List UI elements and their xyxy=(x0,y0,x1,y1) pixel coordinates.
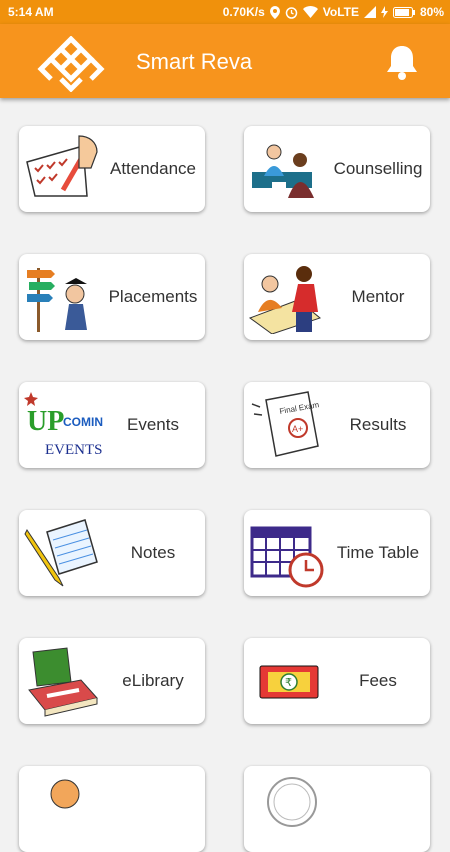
notes-notepad-icon xyxy=(24,519,98,587)
charging-icon xyxy=(380,6,388,18)
signal-icon xyxy=(363,6,376,18)
attendance-checklist-icon xyxy=(26,135,98,197)
alarm-icon xyxy=(285,6,297,19)
menu-card-elibrary[interactable]: eLibrary xyxy=(19,638,205,724)
menu-label: Events xyxy=(127,415,179,434)
results-exam-icon: Final Exam A+ xyxy=(251,391,320,457)
menu-label: Fees xyxy=(359,671,397,690)
menu-card-profile[interactable] xyxy=(19,766,205,852)
placements-signpost-icon xyxy=(27,268,87,332)
network-type: VoLTE xyxy=(322,5,359,19)
menu-label: Time Table xyxy=(336,543,420,562)
menu-label: Results xyxy=(349,415,407,434)
menu-label: Mentor xyxy=(351,287,405,306)
location-icon xyxy=(269,5,280,19)
person-icon xyxy=(50,779,80,809)
menu-card-mentor[interactable]: Mentor xyxy=(244,254,430,340)
svg-text:COMING: COMING xyxy=(63,415,103,429)
menu-card-results[interactable]: Final Exam A+ Results xyxy=(244,382,430,468)
menu-card-placements[interactable]: Placements xyxy=(19,254,205,340)
menu-label: Attendance xyxy=(109,159,196,178)
books-icon xyxy=(28,647,98,717)
status-time: 5:14 AM xyxy=(8,5,54,19)
svg-text:UP: UP xyxy=(27,406,64,437)
menu-card-notes[interactable]: Notes xyxy=(19,510,205,596)
menu-label: Counselling xyxy=(333,159,423,178)
battery-icon xyxy=(392,6,415,18)
menu-card-events[interactable]: UP COMING EVENTS Events xyxy=(19,382,205,468)
menu-card-time-table[interactable]: Time Table xyxy=(244,510,430,596)
svg-text:₹: ₹ xyxy=(285,676,292,689)
rupee-note-icon: ₹ xyxy=(259,665,319,699)
status-bar: 5:14 AM 0.70K/s VoLTE 80% xyxy=(0,0,450,24)
mentor-icon xyxy=(248,266,322,334)
menu-card-counselling[interactable]: Counselling xyxy=(244,126,430,212)
svg-text:A+: A+ xyxy=(292,424,303,434)
wifi-icon xyxy=(302,6,318,18)
seal-icon xyxy=(267,777,317,827)
app-bar: Smart Reva xyxy=(0,24,450,98)
menu-label: Placements xyxy=(108,287,198,306)
menu-label: eLibrary xyxy=(122,671,184,690)
svg-text:EVENTS: EVENTS xyxy=(45,442,103,458)
battery-level: 80% xyxy=(419,5,444,19)
network-speed: 0.70K/s xyxy=(222,5,265,19)
reva-knot-logo-icon xyxy=(37,36,105,92)
menu-card-fees[interactable]: ₹ Fees xyxy=(244,638,430,724)
upcoming-events-icon: UP COMING EVENTS xyxy=(24,392,103,458)
menu-label: Notes xyxy=(130,543,176,562)
menu-card-attendance[interactable]: Attendance xyxy=(19,126,205,212)
bell-icon[interactable] xyxy=(382,42,422,82)
counselling-icon xyxy=(252,144,314,198)
menu-card-certificate[interactable] xyxy=(244,766,430,852)
app-title: Smart Reva xyxy=(136,49,253,74)
calendar-clock-icon xyxy=(250,526,324,588)
